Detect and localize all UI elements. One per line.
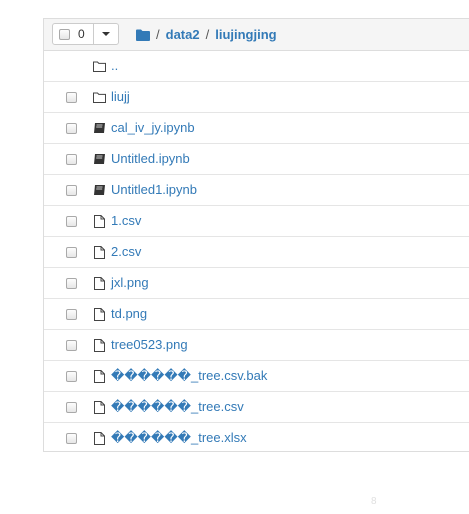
item-checkbox[interactable] <box>66 340 77 351</box>
item-name-link[interactable]: jxl.png <box>111 275 149 290</box>
item-checkbox[interactable] <box>66 371 77 382</box>
file-icon <box>92 338 106 352</box>
file-icon <box>92 400 106 414</box>
item-checkbox[interactable] <box>66 185 77 196</box>
file-icon <box>92 245 106 259</box>
item-name-link[interactable]: 2.csv <box>111 244 141 259</box>
breadcrumb: / data2 / liujingjing <box>136 19 277 50</box>
file-icon <box>92 276 106 290</box>
list-item[interactable]: liujj <box>44 82 469 113</box>
item-name-link[interactable]: ������_tree.xlsx <box>111 430 247 446</box>
item-checkbox[interactable] <box>66 278 77 289</box>
list-item[interactable]: ������_tree.xlsx <box>44 423 469 451</box>
item-name-link[interactable]: Untitled.ipynb <box>111 151 190 166</box>
caret-down-icon <box>101 32 110 36</box>
file-icon <box>92 369 106 383</box>
item-checkbox[interactable] <box>66 154 77 165</box>
item-name-link[interactable]: tree0523.png <box>111 337 188 352</box>
item-checkbox[interactable] <box>66 309 77 320</box>
list-item[interactable]: jxl.png <box>44 268 469 299</box>
list-item[interactable]: ������_tree.csv.bak <box>44 361 469 392</box>
list-item[interactable]: Untitled1.ipynb <box>44 175 469 206</box>
item-checkbox[interactable] <box>66 433 77 444</box>
notebook-icon <box>92 183 106 197</box>
list-item[interactable]: 1.csv <box>44 206 469 237</box>
breadcrumb-separator: / <box>156 27 160 42</box>
list-item[interactable]: ������_tree.csv <box>44 392 469 423</box>
notebook-icon <box>92 152 106 166</box>
file-browser-panel: 0 / data2 / liujingjing .. liujj cal_iv_jy… <box>43 18 469 452</box>
list-item[interactable]: tree0523.png <box>44 330 469 361</box>
item-name-link[interactable]: liujj <box>111 89 130 104</box>
notebook-icon <box>92 121 106 135</box>
list-item[interactable]: cal_iv_jy.ipynb <box>44 113 469 144</box>
file-icon <box>92 307 106 321</box>
item-checkbox[interactable] <box>66 247 77 258</box>
folder-home-icon[interactable] <box>136 29 150 41</box>
select-all-dropdown[interactable]: 0 <box>52 23 119 45</box>
breadcrumb-item-data2[interactable]: data2 <box>166 27 200 42</box>
list-item[interactable]: .. <box>44 51 469 82</box>
item-name-link[interactable]: Untitled1.ipynb <box>111 182 197 197</box>
breadcrumb-item-liujingjing[interactable]: liujingjing <box>215 27 276 42</box>
item-name-link[interactable]: cal_iv_jy.ipynb <box>111 120 195 135</box>
folder-icon <box>92 59 106 73</box>
item-name-link[interactable]: ������_tree.csv.bak <box>111 368 267 384</box>
select-menu-toggle[interactable] <box>94 24 118 44</box>
file-icon <box>92 431 106 445</box>
breadcrumb-separator: / <box>205 27 210 42</box>
item-checkbox[interactable] <box>66 216 77 227</box>
item-name-link[interactable]: td.png <box>111 306 147 321</box>
item-checkbox[interactable] <box>66 402 77 413</box>
item-checkbox[interactable] <box>66 92 77 103</box>
item-checkbox[interactable] <box>66 123 77 134</box>
item-name-link[interactable]: .. <box>111 58 118 73</box>
select-all-button[interactable]: 0 <box>53 24 94 44</box>
select-all-checkbox[interactable] <box>59 28 70 40</box>
selected-count: 0 <box>78 27 85 41</box>
page-mark: 8 <box>371 496 377 507</box>
item-name-link[interactable]: ������_tree.csv <box>111 399 244 415</box>
item-name-link[interactable]: 1.csv <box>111 213 141 228</box>
file-list-header: 0 / data2 / liujingjing <box>44 19 469 51</box>
list-item[interactable]: Untitled.ipynb <box>44 144 469 175</box>
folder-icon <box>92 90 106 104</box>
file-list: .. liujj cal_iv_jy.ipynb Untitled.ipynb Unti… <box>44 51 469 451</box>
list-item[interactable]: td.png <box>44 299 469 330</box>
file-icon <box>92 214 106 228</box>
list-item[interactable]: 2.csv <box>44 237 469 268</box>
